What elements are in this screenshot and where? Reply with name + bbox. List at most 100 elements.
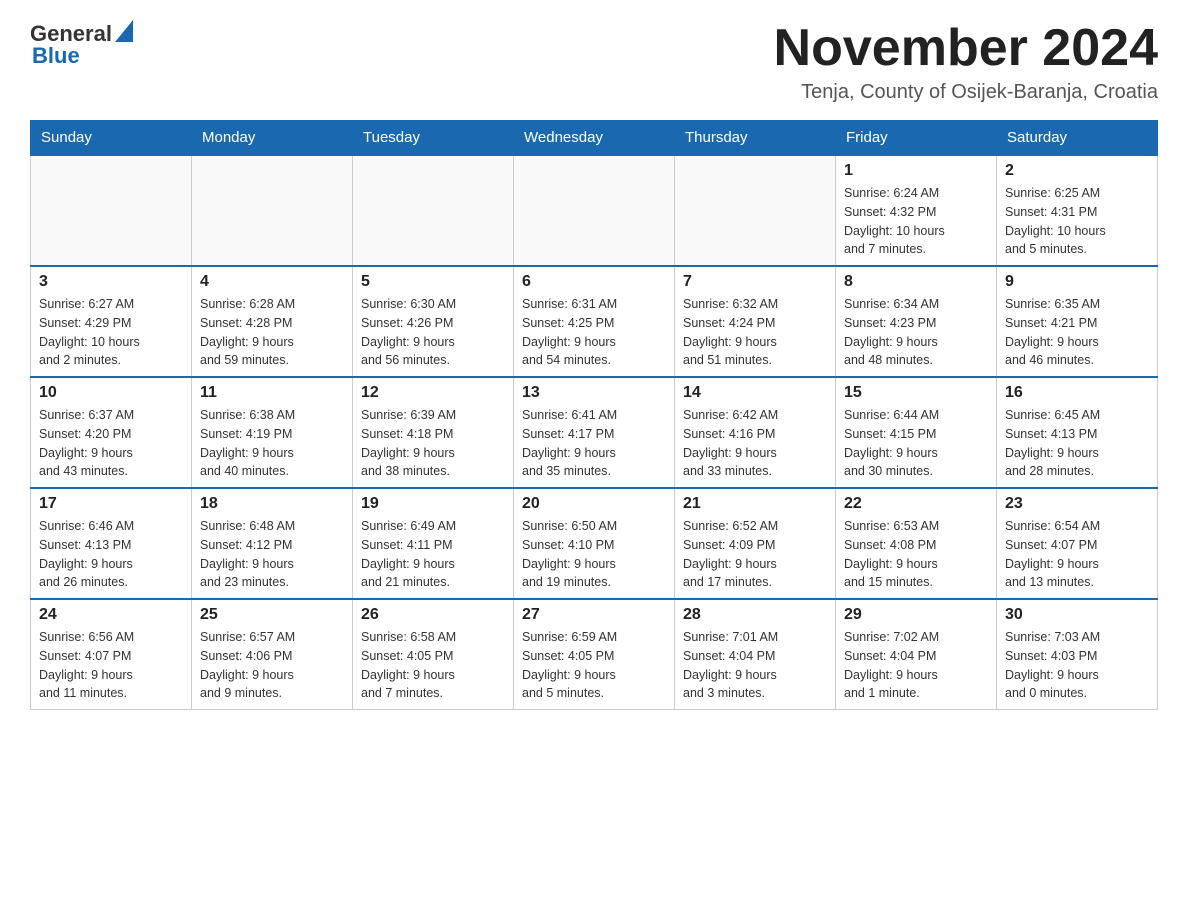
week-row-2: 3 Sunrise: 6:27 AM Sunset: 4:29 PM Daylig… <box>31 266 1158 377</box>
calendar-cell: 11 Sunrise: 6:38 AM Sunset: 4:19 PM Dayli… <box>192 377 353 488</box>
calendar-cell: 19 Sunrise: 6:49 AM Sunset: 4:11 PM Dayli… <box>353 488 514 599</box>
logo: General Blue <box>30 20 133 69</box>
calendar-cell: 17 Sunrise: 6:46 AM Sunset: 4:13 PM Dayli… <box>31 488 192 599</box>
calendar-cell: 27 Sunrise: 6:59 AM Sunset: 4:05 PM Dayli… <box>514 599 675 710</box>
calendar-cell <box>353 155 514 266</box>
calendar-cell: 20 Sunrise: 6:50 AM Sunset: 4:10 PM Dayli… <box>514 488 675 599</box>
logo-blue-text: Blue <box>32 43 80 69</box>
title-area: November 2024 Tenja, County of Osijek-Ba… <box>774 20 1158 104</box>
day-info: Sunrise: 6:46 AM Sunset: 4:13 PM Dayligh… <box>39 517 183 592</box>
calendar-cell: 26 Sunrise: 6:58 AM Sunset: 4:05 PM Dayli… <box>353 599 514 710</box>
day-number: 3 <box>39 273 183 291</box>
day-info: Sunrise: 6:53 AM Sunset: 4:08 PM Dayligh… <box>844 517 988 592</box>
day-info: Sunrise: 6:39 AM Sunset: 4:18 PM Dayligh… <box>361 406 505 481</box>
calendar-cell: 13 Sunrise: 6:41 AM Sunset: 4:17 PM Dayli… <box>514 377 675 488</box>
day-number: 12 <box>361 384 505 402</box>
calendar-cell: 15 Sunrise: 6:44 AM Sunset: 4:15 PM Dayli… <box>836 377 997 488</box>
day-info: Sunrise: 6:32 AM Sunset: 4:24 PM Dayligh… <box>683 295 827 370</box>
calendar-cell: 10 Sunrise: 6:37 AM Sunset: 4:20 PM Dayli… <box>31 377 192 488</box>
calendar-cell: 18 Sunrise: 6:48 AM Sunset: 4:12 PM Dayli… <box>192 488 353 599</box>
calendar-cell: 6 Sunrise: 6:31 AM Sunset: 4:25 PM Daylig… <box>514 266 675 377</box>
day-number: 20 <box>522 495 666 513</box>
day-info: Sunrise: 6:25 AM Sunset: 4:31 PM Dayligh… <box>1005 184 1149 259</box>
day-number: 18 <box>200 495 344 513</box>
weekday-header-saturday: Saturday <box>997 121 1158 156</box>
day-number: 14 <box>683 384 827 402</box>
calendar-cell: 22 Sunrise: 6:53 AM Sunset: 4:08 PM Dayli… <box>836 488 997 599</box>
week-row-3: 10 Sunrise: 6:37 AM Sunset: 4:20 PM Dayli… <box>31 377 1158 488</box>
calendar-cell: 1 Sunrise: 6:24 AM Sunset: 4:32 PM Daylig… <box>836 155 997 266</box>
day-info: Sunrise: 6:57 AM Sunset: 4:06 PM Dayligh… <box>200 628 344 703</box>
calendar-cell: 3 Sunrise: 6:27 AM Sunset: 4:29 PM Daylig… <box>31 266 192 377</box>
day-info: Sunrise: 6:59 AM Sunset: 4:05 PM Dayligh… <box>522 628 666 703</box>
week-row-1: 1 Sunrise: 6:24 AM Sunset: 4:32 PM Daylig… <box>31 155 1158 266</box>
day-info: Sunrise: 6:28 AM Sunset: 4:28 PM Dayligh… <box>200 295 344 370</box>
day-info: Sunrise: 6:34 AM Sunset: 4:23 PM Dayligh… <box>844 295 988 370</box>
day-info: Sunrise: 6:56 AM Sunset: 4:07 PM Dayligh… <box>39 628 183 703</box>
calendar-cell: 24 Sunrise: 6:56 AM Sunset: 4:07 PM Dayli… <box>31 599 192 710</box>
weekday-header-monday: Monday <box>192 121 353 156</box>
calendar-cell: 30Sunrise: 7:03 AM Sunset: 4:03 PM Dayli… <box>997 599 1158 710</box>
day-info: Sunrise: 6:35 AM Sunset: 4:21 PM Dayligh… <box>1005 295 1149 370</box>
day-number: 4 <box>200 273 344 291</box>
calendar-cell: 25 Sunrise: 6:57 AM Sunset: 4:06 PM Dayli… <box>192 599 353 710</box>
day-info: Sunrise: 7:02 AM Sunset: 4:04 PM Dayligh… <box>844 628 988 703</box>
day-info: Sunrise: 6:54 AM Sunset: 4:07 PM Dayligh… <box>1005 517 1149 592</box>
day-number: 7 <box>683 273 827 291</box>
day-info: Sunrise: 6:30 AM Sunset: 4:26 PM Dayligh… <box>361 295 505 370</box>
day-number: 21 <box>683 495 827 513</box>
day-number: 1 <box>844 162 988 180</box>
weekday-header-wednesday: Wednesday <box>514 121 675 156</box>
day-info: Sunrise: 6:27 AM Sunset: 4:29 PM Dayligh… <box>39 295 183 370</box>
calendar-location: Tenja, County of Osijek-Baranja, Croatia <box>774 81 1158 104</box>
calendar-cell: 9 Sunrise: 6:35 AM Sunset: 4:21 PM Daylig… <box>997 266 1158 377</box>
calendar-cell: 21 Sunrise: 6:52 AM Sunset: 4:09 PM Dayli… <box>675 488 836 599</box>
day-number: 26 <box>361 606 505 624</box>
day-info: Sunrise: 6:41 AM Sunset: 4:17 PM Dayligh… <box>522 406 666 481</box>
calendar-cell: 4 Sunrise: 6:28 AM Sunset: 4:28 PM Daylig… <box>192 266 353 377</box>
day-number: 25 <box>200 606 344 624</box>
day-number: 13 <box>522 384 666 402</box>
calendar-cell: 23 Sunrise: 6:54 AM Sunset: 4:07 PM Dayli… <box>997 488 1158 599</box>
day-number: 8 <box>844 273 988 291</box>
calendar-cell: 8 Sunrise: 6:34 AM Sunset: 4:23 PM Daylig… <box>836 266 997 377</box>
day-number: 15 <box>844 384 988 402</box>
day-info: Sunrise: 6:44 AM Sunset: 4:15 PM Dayligh… <box>844 406 988 481</box>
day-number: 10 <box>39 384 183 402</box>
calendar-table: SundayMondayTuesdayWednesdayThursdayFrid… <box>30 120 1158 710</box>
day-number: 17 <box>39 495 183 513</box>
weekday-header-tuesday: Tuesday <box>353 121 514 156</box>
header: General Blue November 2024 Tenja, County… <box>30 20 1158 104</box>
day-number: 11 <box>200 384 344 402</box>
day-info: Sunrise: 6:48 AM Sunset: 4:12 PM Dayligh… <box>200 517 344 592</box>
calendar-cell: 12 Sunrise: 6:39 AM Sunset: 4:18 PM Dayli… <box>353 377 514 488</box>
day-number: 19 <box>361 495 505 513</box>
day-number: 16 <box>1005 384 1149 402</box>
calendar-cell: 7 Sunrise: 6:32 AM Sunset: 4:24 PM Daylig… <box>675 266 836 377</box>
day-info: Sunrise: 6:58 AM Sunset: 4:05 PM Dayligh… <box>361 628 505 703</box>
calendar-cell <box>31 155 192 266</box>
day-info: Sunrise: 6:50 AM Sunset: 4:10 PM Dayligh… <box>522 517 666 592</box>
day-info: Sunrise: 6:52 AM Sunset: 4:09 PM Dayligh… <box>683 517 827 592</box>
day-number: 23 <box>1005 495 1149 513</box>
day-info: Sunrise: 7:01 AM Sunset: 4:04 PM Dayligh… <box>683 628 827 703</box>
calendar-cell: 29 Sunrise: 7:02 AM Sunset: 4:04 PM Dayli… <box>836 599 997 710</box>
day-info: Sunrise: 6:24 AM Sunset: 4:32 PM Dayligh… <box>844 184 988 259</box>
weekday-header-sunday: Sunday <box>31 121 192 156</box>
day-info: Sunrise: 7:03 AM Sunset: 4:03 PM Dayligh… <box>1005 628 1149 703</box>
day-number: 29 <box>844 606 988 624</box>
day-number: 5 <box>361 273 505 291</box>
day-number: 22 <box>844 495 988 513</box>
calendar-title: November 2024 <box>774 20 1158 77</box>
day-info: Sunrise: 6:37 AM Sunset: 4:20 PM Dayligh… <box>39 406 183 481</box>
day-number: 6 <box>522 273 666 291</box>
day-number: 24 <box>39 606 183 624</box>
day-info: Sunrise: 6:31 AM Sunset: 4:25 PM Dayligh… <box>522 295 666 370</box>
calendar-cell <box>192 155 353 266</box>
day-number: 27 <box>522 606 666 624</box>
day-info: Sunrise: 6:49 AM Sunset: 4:11 PM Dayligh… <box>361 517 505 592</box>
day-info: Sunrise: 6:38 AM Sunset: 4:19 PM Dayligh… <box>200 406 344 481</box>
day-number: 9 <box>1005 273 1149 291</box>
calendar-cell <box>514 155 675 266</box>
day-number: 28 <box>683 606 827 624</box>
